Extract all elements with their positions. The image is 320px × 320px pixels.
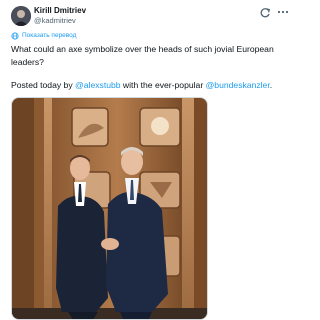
avatar[interactable] [11,6,31,26]
post-text-suffix: . [269,80,273,90]
post-text-second-paragraph: Posted today by @alexstubb with the ever… [11,79,287,92]
author-name[interactable]: Kirill Dmitriev [34,6,86,15]
more-icon[interactable] [276,6,290,18]
tweet: Kirill Dmitriev @kadmitriev Показать пер… [0,0,296,320]
show-translation-label: Показать перевод [22,32,77,39]
post-text: What could an axe symbolize over the hea… [11,44,274,67]
post-photo[interactable] [11,97,208,320]
show-translation-link[interactable]: Показать перевод [11,31,76,41]
post-text-middle: with the ever-popular [120,80,206,90]
photo-two-leaders [12,98,207,319]
mention-bundeskanzler[interactable]: @bundeskanzler [206,80,270,90]
mention-alexstubb[interactable]: @alexstubb [75,80,121,90]
author-handle[interactable]: @kadmitriev [34,16,76,25]
globe-icon [11,32,19,40]
grok-icon[interactable] [259,6,271,18]
post-text-prefix: Posted today by [11,80,76,90]
